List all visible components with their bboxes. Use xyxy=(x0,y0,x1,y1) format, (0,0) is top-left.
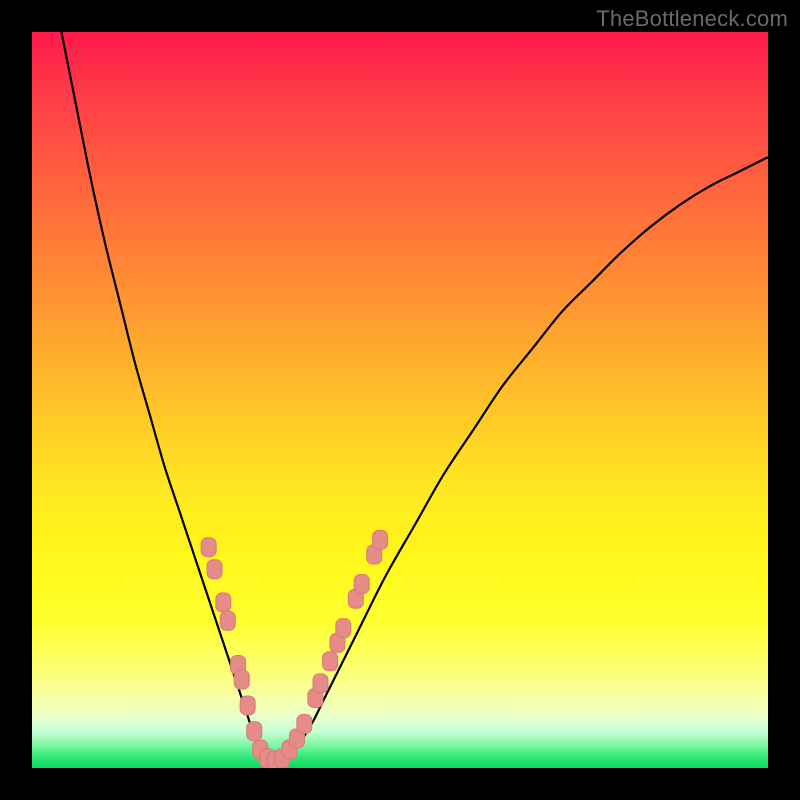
data-marker xyxy=(201,538,216,557)
chart-svg xyxy=(32,32,768,768)
chart-frame: TheBottleneck.com xyxy=(0,0,800,800)
data-marker xyxy=(247,722,262,741)
data-marker xyxy=(297,714,312,733)
data-marker xyxy=(216,593,231,612)
data-marker xyxy=(323,652,338,671)
data-marker xyxy=(240,696,255,715)
bottleneck-curve xyxy=(61,32,768,761)
data-marker xyxy=(313,674,328,693)
watermark-text: TheBottleneck.com xyxy=(596,6,788,32)
data-marker xyxy=(373,530,388,549)
data-marker xyxy=(354,575,369,594)
curve-markers xyxy=(201,530,387,768)
data-marker xyxy=(336,619,351,638)
data-marker xyxy=(234,670,249,689)
data-marker xyxy=(207,560,222,579)
data-marker xyxy=(220,611,235,630)
plot-area xyxy=(32,32,768,768)
